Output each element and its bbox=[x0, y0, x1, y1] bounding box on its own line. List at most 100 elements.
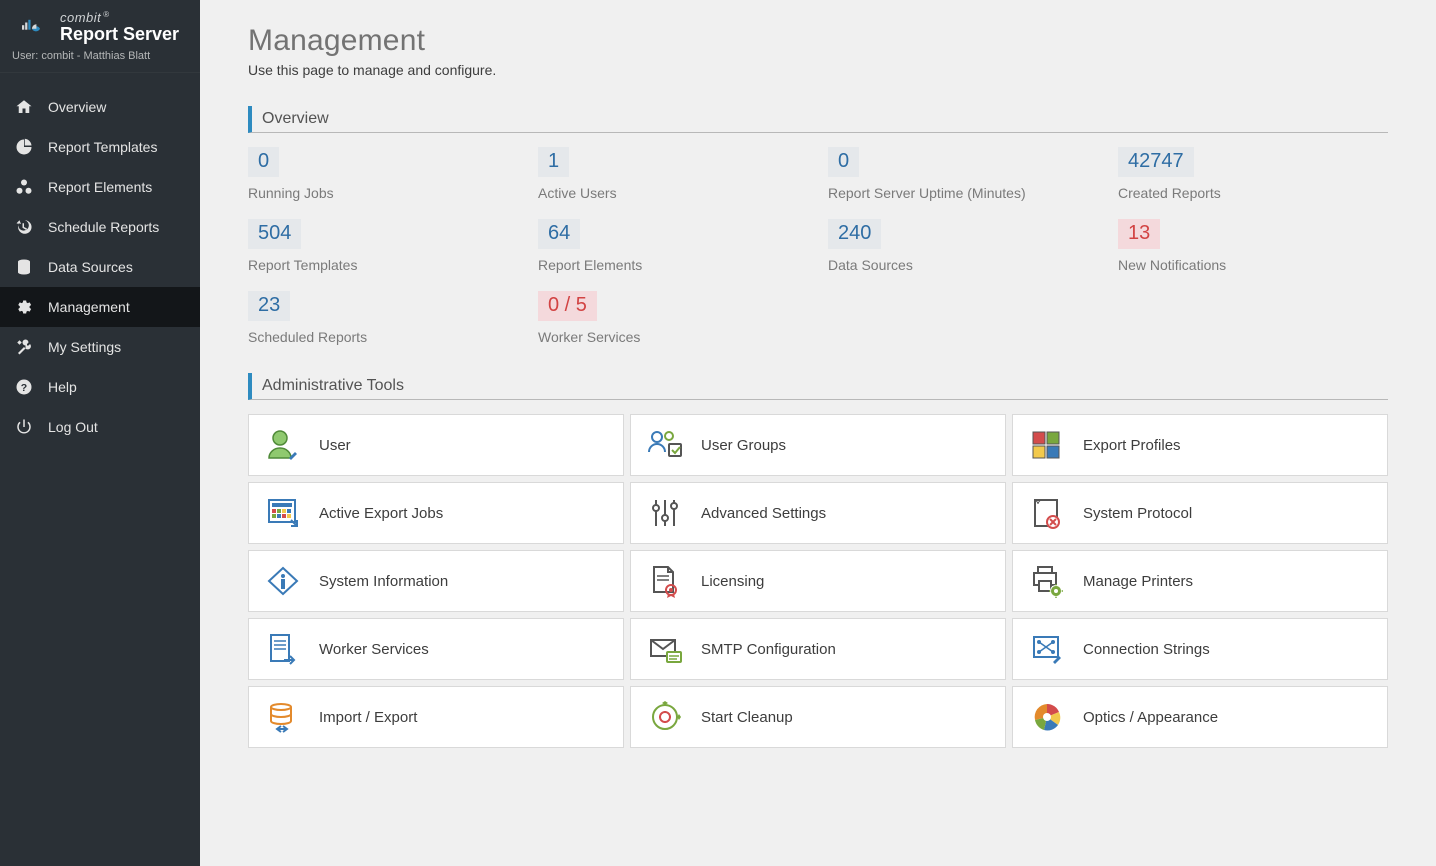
sidebar-item-my-settings[interactable]: My Settings bbox=[0, 327, 200, 367]
sidebar-item-management[interactable]: Management bbox=[0, 287, 200, 327]
stat-active-users[interactable]: 1 Active Users bbox=[538, 147, 808, 201]
tool-tile-smtp-configuration[interactable]: SMTP Configuration bbox=[630, 618, 1006, 680]
user-prefix: User: bbox=[12, 50, 41, 62]
tool-tile-system-information[interactable]: System Information bbox=[248, 550, 624, 612]
stat-label: Created Reports bbox=[1118, 185, 1388, 201]
tool-tile-worker-services[interactable]: Worker Services bbox=[248, 618, 624, 680]
sidebar-nav: Overview Report Templates Report Element… bbox=[0, 87, 200, 447]
tool-label: User bbox=[319, 437, 351, 454]
sidebar-item-label: Schedule Reports bbox=[48, 219, 159, 235]
stat-label: Report Templates bbox=[248, 257, 518, 273]
stat-value: 42747 bbox=[1118, 147, 1194, 177]
sidebar-item-label: Management bbox=[48, 299, 130, 315]
tool-tile-optics-appearance[interactable]: Optics / Appearance bbox=[1012, 686, 1388, 748]
manage-printers-icon bbox=[1029, 564, 1065, 598]
stat-created-reports[interactable]: 42747 Created Reports bbox=[1118, 147, 1388, 201]
stat-scheduled-reports[interactable]: 23 Scheduled Reports bbox=[248, 291, 518, 345]
sidebar-item-label: Help bbox=[48, 379, 77, 395]
tool-label: Export Profiles bbox=[1083, 437, 1181, 454]
tool-label: Import / Export bbox=[319, 709, 417, 726]
power-icon bbox=[14, 417, 34, 437]
stat-running-jobs[interactable]: 0 Running Jobs bbox=[248, 147, 518, 201]
active-export-jobs-icon bbox=[265, 496, 301, 530]
brand-logo-icon bbox=[12, 10, 50, 44]
section-title: Administrative Tools bbox=[262, 377, 404, 394]
tool-tile-manage-printers[interactable]: Manage Printers bbox=[1012, 550, 1388, 612]
tool-tile-licensing[interactable]: Licensing bbox=[630, 550, 1006, 612]
section-header-overview: Overview bbox=[248, 106, 1388, 133]
sidebar-item-label: Report Elements bbox=[48, 179, 152, 195]
main: Management Use this page to manage and c… bbox=[200, 0, 1436, 866]
stat-label: New Notifications bbox=[1118, 257, 1388, 273]
tool-tile-active-export-jobs[interactable]: Active Export Jobs bbox=[248, 482, 624, 544]
start-cleanup-icon bbox=[647, 700, 683, 734]
stat-report-templates[interactable]: 504 Report Templates bbox=[248, 219, 518, 273]
worker-services-icon bbox=[265, 632, 301, 666]
stat-data-sources[interactable]: 240 Data Sources bbox=[828, 219, 1098, 273]
user-value: combit - Matthias Blatt bbox=[41, 50, 150, 62]
user-groups-icon bbox=[647, 428, 683, 462]
sidebar-item-overview[interactable]: Overview bbox=[0, 87, 200, 127]
sidebar-item-log-out[interactable]: Log Out bbox=[0, 407, 200, 447]
tool-tile-user[interactable]: User bbox=[248, 414, 624, 476]
tool-label: System Protocol bbox=[1083, 505, 1192, 522]
system-information-icon bbox=[265, 564, 301, 598]
tool-tile-start-cleanup[interactable]: Start Cleanup bbox=[630, 686, 1006, 748]
stat-value: 0 / 5 bbox=[538, 291, 597, 321]
sidebar-item-data-sources[interactable]: Data Sources bbox=[0, 247, 200, 287]
tool-tile-import-export[interactable]: Import / Export bbox=[248, 686, 624, 748]
stat-value: 64 bbox=[538, 219, 580, 249]
sidebar-item-schedule-reports[interactable]: Schedule Reports bbox=[0, 207, 200, 247]
tool-label: Manage Printers bbox=[1083, 573, 1193, 590]
tool-tile-export-profiles[interactable]: Export Profiles bbox=[1012, 414, 1388, 476]
tool-tile-advanced-settings[interactable]: Advanced Settings bbox=[630, 482, 1006, 544]
tools-grid: User User Groups Export Profiles bbox=[248, 414, 1388, 748]
gear-icon bbox=[14, 297, 34, 317]
section-header-tools: Administrative Tools bbox=[248, 373, 1388, 400]
section-title: Overview bbox=[262, 110, 329, 127]
tool-tile-system-protocol[interactable]: System Protocol bbox=[1012, 482, 1388, 544]
sidebar-item-label: Data Sources bbox=[48, 259, 133, 275]
tool-label: Licensing bbox=[701, 573, 764, 590]
stat-value: 1 bbox=[538, 147, 569, 177]
optics-appearance-icon bbox=[1029, 700, 1065, 734]
sidebar-item-label: Overview bbox=[48, 99, 106, 115]
export-profiles-icon bbox=[1029, 428, 1065, 462]
tool-tile-user-groups[interactable]: User Groups bbox=[630, 414, 1006, 476]
brand: combit® Report Server bbox=[0, 0, 200, 50]
stat-worker-services[interactable]: 0 / 5 Worker Services bbox=[538, 291, 808, 345]
smtp-configuration-icon bbox=[647, 632, 683, 666]
elements-icon bbox=[14, 177, 34, 197]
tool-label: Optics / Appearance bbox=[1083, 709, 1218, 726]
sidebar-item-report-templates[interactable]: Report Templates bbox=[0, 127, 200, 167]
stat-new-notifications[interactable]: 13 New Notifications bbox=[1118, 219, 1388, 273]
tool-label: Worker Services bbox=[319, 641, 429, 658]
sidebar: combit® Report Server User: combit - Mat… bbox=[0, 0, 200, 866]
history-icon bbox=[14, 217, 34, 237]
stat-value: 0 bbox=[828, 147, 859, 177]
sidebar-item-label: Report Templates bbox=[48, 139, 157, 155]
database-icon bbox=[14, 257, 34, 277]
user-icon bbox=[265, 428, 301, 462]
stat-value: 13 bbox=[1118, 219, 1160, 249]
stat-label: Report Server Uptime (Minutes) bbox=[828, 185, 1098, 201]
stat-uptime[interactable]: 0 Report Server Uptime (Minutes) bbox=[828, 147, 1098, 201]
stat-label: Active Users bbox=[538, 185, 808, 201]
tool-label: Connection Strings bbox=[1083, 641, 1210, 658]
stat-label: Worker Services bbox=[538, 329, 808, 345]
stat-report-elements[interactable]: 64 Report Elements bbox=[538, 219, 808, 273]
brand-small: combit bbox=[60, 10, 101, 25]
pie-icon bbox=[14, 137, 34, 157]
tool-label: System Information bbox=[319, 573, 448, 590]
brand-reg: ® bbox=[103, 10, 109, 19]
tool-label: Active Export Jobs bbox=[319, 505, 443, 522]
tool-tile-connection-strings[interactable]: Connection Strings bbox=[1012, 618, 1388, 680]
sidebar-item-help[interactable]: ? Help bbox=[0, 367, 200, 407]
sidebar-item-report-elements[interactable]: Report Elements bbox=[0, 167, 200, 207]
stats-grid: 0 Running Jobs 1 Active Users 0 Report S… bbox=[248, 147, 1388, 345]
connection-strings-icon bbox=[1029, 632, 1065, 666]
sidebar-item-label: My Settings bbox=[48, 339, 121, 355]
page-title: Management bbox=[248, 24, 1388, 58]
page-subtitle: Use this page to manage and configure. bbox=[248, 62, 1388, 78]
stat-label: Data Sources bbox=[828, 257, 1098, 273]
